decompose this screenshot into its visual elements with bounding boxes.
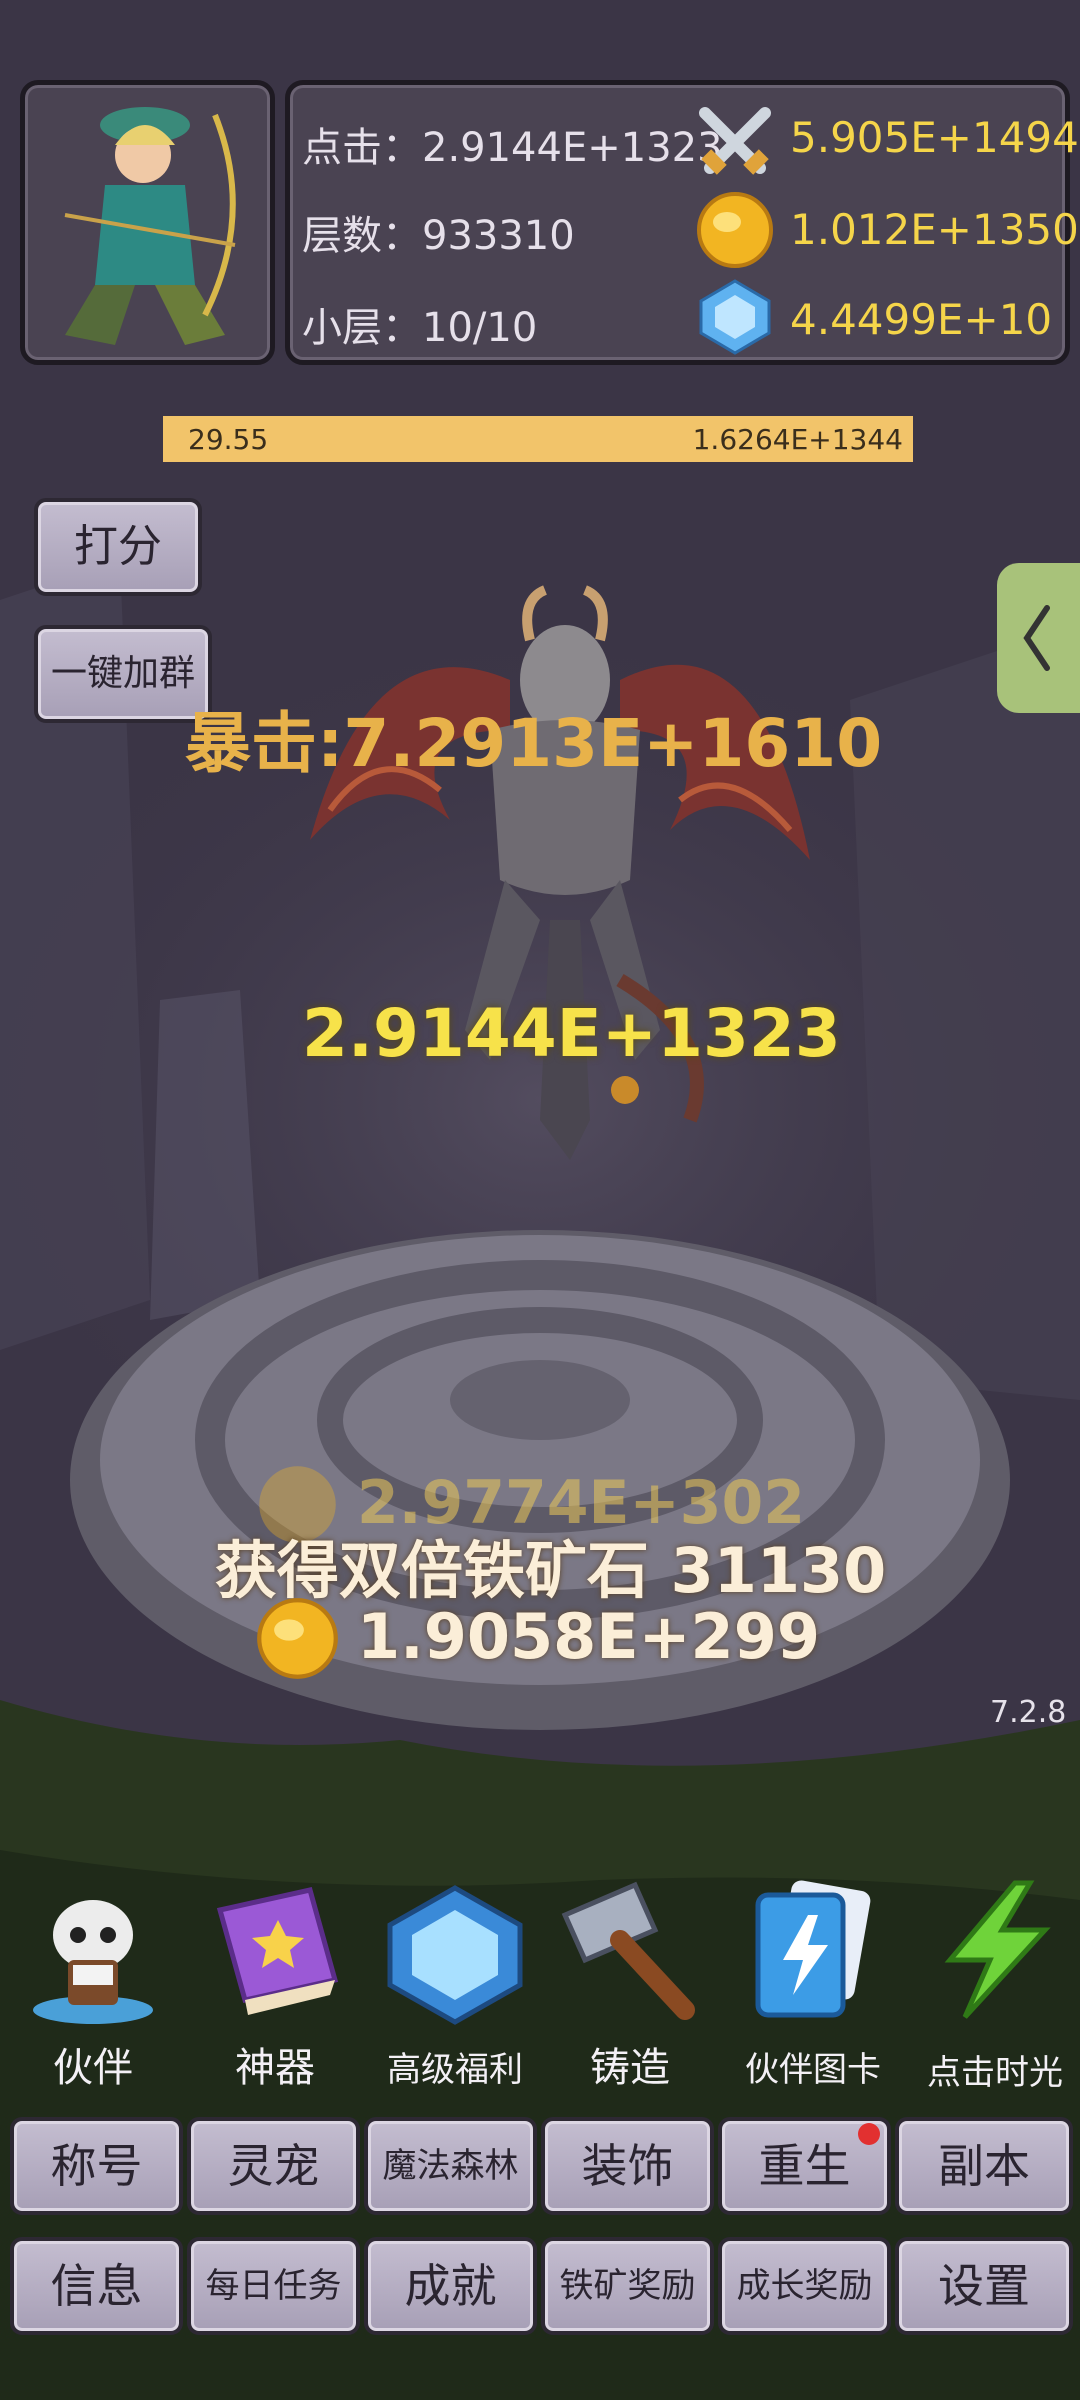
menu-label-click-time: 点击时光 — [927, 2053, 1063, 2093]
stats-panel: 点击：2.9144E+1323 层数：933310 小层：10/10 5.905… — [285, 80, 1079, 365]
gold-value: 1.012E+1350 — [790, 205, 1079, 254]
hammer-icon — [561, 1881, 695, 2020]
menu-label-forge: 铸造 — [590, 2045, 670, 2091]
side-panel-toggle[interactable] — [997, 563, 1080, 713]
rebirth-notification-dot — [858, 2123, 880, 2145]
menu-label-premium: 高级福利 — [387, 2050, 523, 2090]
pet-button[interactable]: 灵宠 — [187, 2117, 360, 2215]
lightning-icon — [944, 1880, 1051, 2019]
click-damage-text: 2.9144E+1323 — [302, 995, 841, 1072]
gold-coin-icon — [697, 192, 773, 268]
version-label: 7.2.8 — [990, 1695, 1067, 1730]
floor-progress-bar: 29.55 1.6264E+1344 — [163, 416, 913, 462]
chevron-left-icon — [1023, 605, 1050, 671]
dungeon-button[interactable]: 副本 — [895, 2117, 1073, 2215]
crit-damage-text: 暴击:7.2913E+1610 — [185, 705, 883, 782]
click-damage-label: 点击：2.9144E+1323 — [302, 125, 723, 171]
gem-value: 4.4499E+10 — [790, 295, 1053, 344]
progress-left-value: 29.55 — [188, 423, 269, 456]
growth-reward-button[interactable]: 成长奖励 — [718, 2237, 891, 2335]
diamond-icon — [387, 1885, 523, 2025]
achievement-button[interactable]: 成就 — [364, 2237, 537, 2335]
sublevel-label: 小层：10/10 — [302, 305, 538, 351]
settings-button[interactable]: 设置 — [895, 2237, 1073, 2335]
magic-forest-button[interactable]: 魔法森林 — [364, 2117, 537, 2215]
info-button[interactable]: 信息 — [10, 2237, 183, 2335]
skull-partner-icon — [33, 1900, 153, 2024]
decoration-button[interactable]: 装饰 — [541, 2117, 714, 2215]
menu-label-partner: 伙伴 — [53, 2045, 133, 2091]
demon-boss-sprite[interactable] — [290, 560, 830, 1220]
floor-count-label: 层数：933310 — [302, 213, 575, 259]
crossed-swords-icon — [699, 107, 771, 175]
hero-portrait-panel[interactable] — [20, 80, 275, 365]
daily-tasks-button[interactable]: 每日任务 — [187, 2237, 360, 2335]
gem-icon — [699, 279, 771, 355]
progress-right-value: 1.6264E+1344 — [692, 423, 903, 456]
rate-button[interactable]: 打分 — [34, 498, 202, 596]
iron-reward-button[interactable]: 铁矿奖励 — [541, 2237, 714, 2335]
title-button[interactable]: 称号 — [10, 2117, 183, 2215]
cards-icon — [755, 1880, 871, 2018]
gold-coin-gain-icon — [257, 1598, 338, 1679]
attack-value: 5.905E+1494 — [790, 113, 1079, 162]
hero-archer-icon — [64, 107, 236, 345]
gold-gain-text: 1.9058E+299 — [357, 1600, 820, 1673]
artifact-book-icon — [216, 1887, 339, 2015]
menu-label-partner-cards: 伙伴图卡 — [745, 2050, 881, 2090]
menu-label-artifact: 神器 — [235, 2045, 315, 2091]
